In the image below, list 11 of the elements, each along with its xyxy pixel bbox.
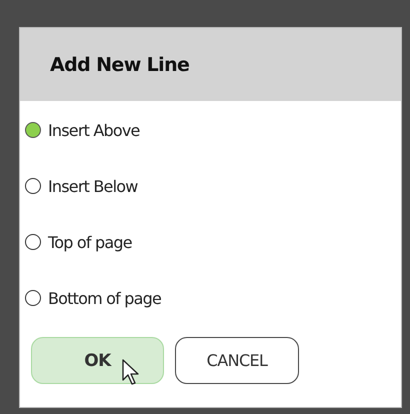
radio-button[interactable] (25, 122, 41, 138)
dialog-button[interactable]: CANCEL (175, 337, 299, 384)
dialog-title: Add New Line (50, 54, 190, 76)
dialog-button[interactable]: OK (31, 337, 164, 384)
radio-option[interactable]: Bottom of page (25, 283, 401, 313)
radio-button[interactable] (25, 290, 41, 306)
radio-button[interactable] (25, 178, 41, 194)
radio-option[interactable]: Insert Below (25, 171, 401, 201)
radio-option[interactable]: Insert Above (25, 115, 401, 145)
radio-button[interactable] (25, 234, 41, 250)
radio-option[interactable]: Top of page (25, 227, 401, 257)
